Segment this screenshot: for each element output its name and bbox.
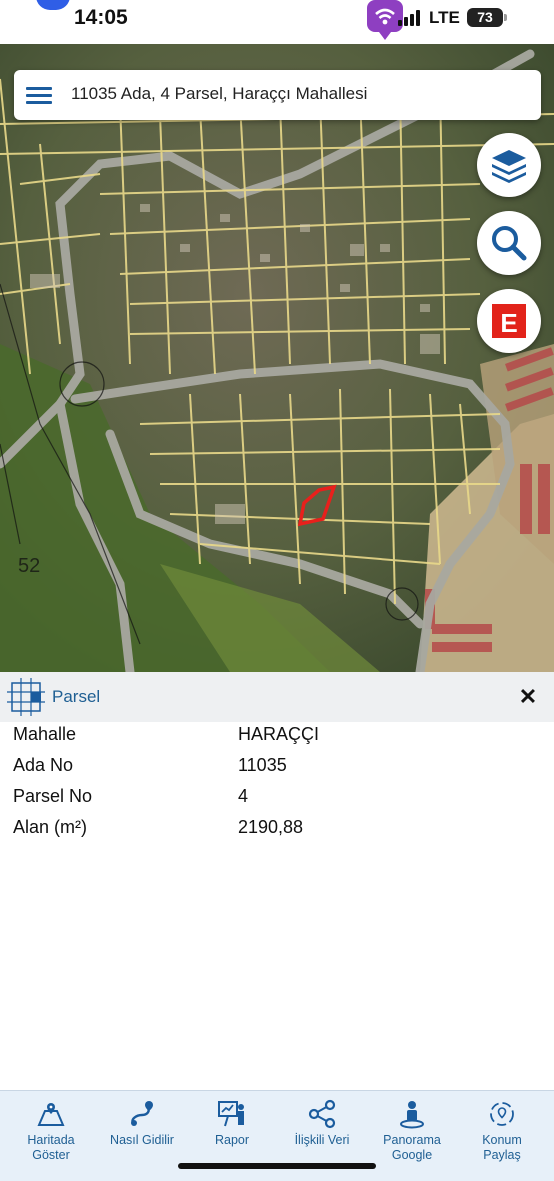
svg-text:52: 52 [18,555,40,577]
detail-key: Parsel No [13,786,93,806]
detail-key: Mahalle [13,724,77,744]
directions-button[interactable]: Nasıl Gidilir [97,1099,187,1173]
e-devlet-button[interactable]: E [477,289,541,353]
detail-key: Alan (m²) [13,817,88,837]
svg-text:E: E [500,308,517,338]
close-icon[interactable]: ✕ [514,683,542,711]
tool-label: Nasıl Gidilir [110,1133,174,1147]
related-data-button[interactable]: İlişkili Veri [277,1099,367,1173]
layers-button[interactable] [477,133,541,197]
satellite-map[interactable]: 52 [0,44,554,672]
share-location-button[interactable]: Konum Paylaş [457,1099,547,1173]
battery-tip [504,14,507,21]
status-bar: 14:05 LTE 73 [0,0,554,44]
panel-title: Parsel [52,687,101,706]
menu-icon[interactable] [26,84,52,106]
parsel-panel-header: Parsel ✕ [0,672,554,723]
status-time: 14:05 [74,6,128,29]
tool-label: Panorama [383,1133,441,1147]
parcel-grid-icon [7,678,45,716]
e-badge-icon: E [492,304,526,338]
network-type: LTE [429,8,460,27]
detail-row-parsel: Parsel No 4 [0,784,554,814]
panorama-button[interactable]: Panorama Google [367,1099,457,1173]
tool-label: Göster [32,1148,70,1162]
detail-value: HARAÇÇI [238,724,320,744]
tool-label: Konum [482,1133,522,1147]
show-on-map-button[interactable]: Haritada Göster [6,1099,96,1173]
search-button[interactable] [477,211,541,275]
detail-key: Ada No [13,755,74,775]
tool-label: Haritada [27,1133,75,1147]
search-bar[interactable]: 11035 Ada, 4 Parsel, Haraççı Mahallesi [14,70,541,120]
tool-label: İlişkili Veri [294,1133,350,1147]
detail-row-ada: Ada No 11035 [0,753,554,783]
location-indicator-icon [36,0,70,10]
search-icon [492,226,527,261]
search-query-text[interactable]: 11035 Ada, 4 Parsel, Haraççı Mahallesi [71,84,367,104]
person-icon [400,1101,424,1129]
battery-icon: 73 [467,8,503,27]
home-indicator[interactable] [178,1163,376,1169]
layers-icon [492,150,526,183]
detail-value: 2190,88 [238,817,304,837]
detail-value: 11035 [238,755,287,775]
map-pin-icon [37,1103,65,1126]
report-button[interactable]: Rapor [187,1099,277,1173]
route-icon [131,1101,153,1126]
share-icon [308,1099,336,1129]
detail-row-alan: Alan (m²) 2190,88 [0,815,554,845]
detail-row-mahalle: Mahalle HARAÇÇI [0,722,554,752]
presentation-icon [218,1101,244,1127]
signal-icon [398,10,420,26]
tool-label: Paylaş [483,1148,521,1162]
tool-label: Google [391,1148,433,1162]
detail-value: 4 [238,786,249,806]
tool-label: Rapor [214,1133,250,1147]
parcel-details: Mahalle HARAÇÇI Ada No 11035 Parsel No 4… [0,722,554,1090]
location-share-icon [490,1102,514,1126]
